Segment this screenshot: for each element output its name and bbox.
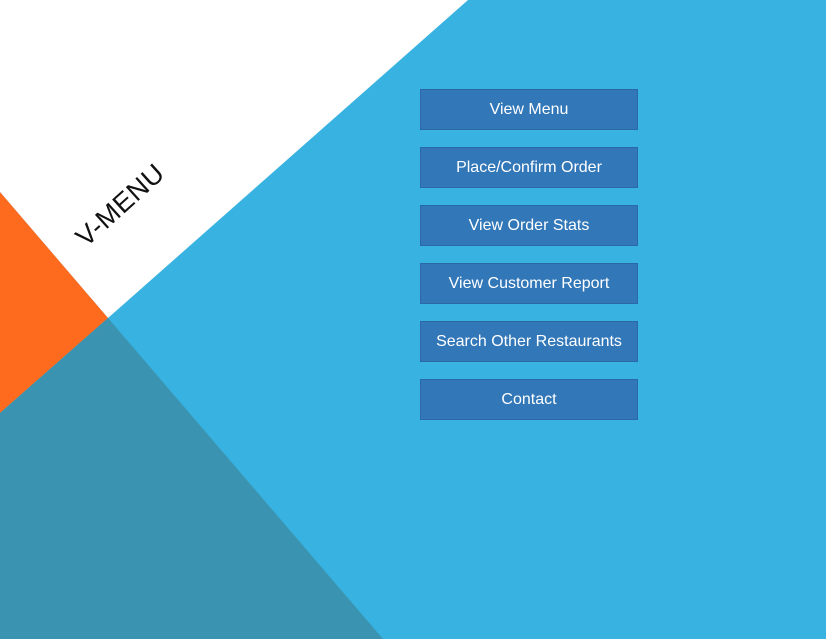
background-graphic	[0, 0, 468, 639]
view-menu-button[interactable]: View Menu	[420, 89, 638, 130]
dark-teal-panel	[0, 318, 383, 639]
place-confirm-order-button[interactable]: Place/Confirm Order	[420, 147, 638, 188]
view-customer-report-button[interactable]: View Customer Report	[420, 263, 638, 304]
main-menu: View Menu Place/Confirm Order View Order…	[420, 89, 638, 437]
white-panel	[0, 0, 468, 318]
contact-button[interactable]: Contact	[420, 379, 638, 420]
app-screen: V-MENU View Menu Place/Confirm Order Vie…	[0, 0, 826, 639]
view-order-stats-button[interactable]: View Order Stats	[420, 205, 638, 246]
search-other-restaurants-button[interactable]: Search Other Restaurants	[420, 321, 638, 362]
